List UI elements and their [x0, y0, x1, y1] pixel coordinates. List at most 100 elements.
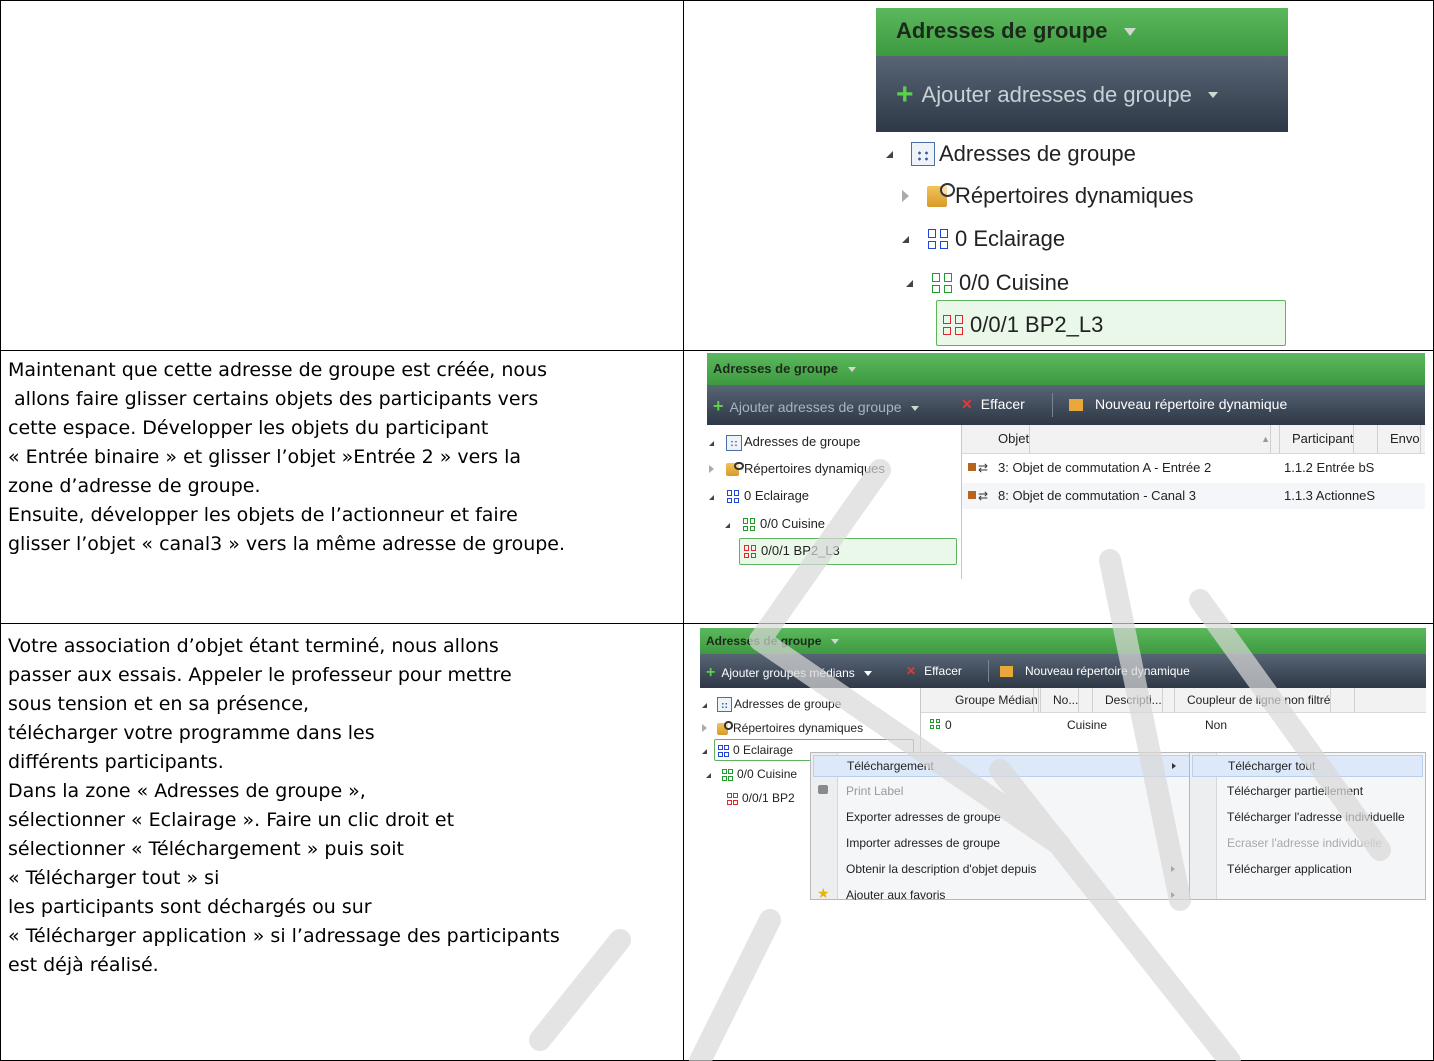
lock-icon: [818, 785, 828, 794]
screenshot-2: Adresses de groupe + Ajouter adresses de …: [707, 353, 1425, 579]
plus-icon: +: [706, 664, 716, 681]
column-header-objet[interactable]: Objet ▲: [962, 425, 1280, 453]
add-group-address-button[interactable]: + Ajouter adresses de groupe: [713, 396, 920, 417]
add-middle-groups-button[interactable]: + Ajouter groupes médians: [706, 664, 873, 682]
tree-item-dynamic-folders[interactable]: Répertoires dynamiques: [709, 458, 885, 480]
collapsed-arrow-icon[interactable]: [702, 724, 707, 732]
menu-item-import[interactable]: Importer adresses de groupe: [811, 831, 1193, 855]
chevron-down-icon[interactable]: [864, 671, 873, 677]
expanded-arrow-icon[interactable]: [902, 235, 909, 243]
plus-icon: +: [713, 396, 724, 416]
menu-item-export[interactable]: Exporter adresses de groupe: [811, 805, 1193, 829]
plus-icon: +: [896, 78, 914, 111]
paragraph-line: est déjà réalisé.: [8, 954, 159, 976]
expanded-arrow-icon[interactable]: [709, 495, 714, 500]
delete-button[interactable]: ✕ Effacer: [961, 396, 1025, 413]
new-dynamic-folder-button[interactable]: Nouveau répertoire dynamique: [1069, 396, 1287, 412]
collapsed-arrow-icon[interactable]: [902, 190, 909, 203]
expanded-arrow-icon[interactable]: [725, 523, 730, 528]
row1-left-cell: [0, 0, 684, 351]
submenu-item-download-application[interactable]: Télécharger application: [1190, 857, 1425, 881]
expanded-arrow-icon[interactable]: [709, 441, 714, 446]
paragraph-line: télécharger votre programme dans les: [8, 722, 375, 744]
submenu-arrow-icon: [1171, 866, 1175, 872]
column-header-participant[interactable]: Participant: [1280, 425, 1378, 453]
tree-pane: Adresses de groupe Répertoires dynamique…: [707, 425, 962, 579]
object-comm-icon: [968, 463, 976, 471]
new-dynamic-folder-button[interactable]: Nouveau répertoire dynamique: [1000, 664, 1190, 678]
panel-title: Adresses de groupe: [713, 361, 838, 376]
tree-item-dynamic-folders[interactable]: Répertoires dynamiques: [902, 174, 1193, 216]
comm-arrows-icon: ⇄: [978, 461, 989, 475]
group-addresses-icon: [717, 697, 732, 713]
submenu-item-download-individual-address[interactable]: Télécharger l'adresse individuelle: [1190, 805, 1425, 829]
menu-item-favorites[interactable]: ★ Ajouter aux favoris: [811, 883, 1193, 900]
toolbar-separator: [988, 660, 989, 682]
toolbar-separator: [1052, 393, 1053, 417]
column-header-coupleur[interactable]: Coupleur de ligne non filtré: [1175, 688, 1355, 712]
paragraph-line: « Télécharger tout » si: [8, 867, 220, 889]
tree-item-eclairage[interactable]: 0 Eclairage: [902, 216, 1065, 260]
paragraph-line: sélectionner « Eclairage ». Faire un cli…: [8, 809, 455, 831]
menu-item-obtain-description[interactable]: Obtenir la description d'objet depuis: [811, 857, 1193, 881]
column-header-envo[interactable]: Envo: [1378, 425, 1425, 453]
new-folder-icon: [1069, 399, 1083, 412]
screenshot-1: Adresses de groupe + Ajouter adresses de …: [876, 8, 1288, 348]
paragraph-line: différents participants.: [8, 751, 224, 773]
paragraph-line: passer aux essais. Appeler le professeur…: [8, 664, 512, 686]
tree-item-cuisine[interactable]: 0/0 Cuisine: [702, 764, 797, 784]
tree-item-root[interactable]: Adresses de groupe: [702, 694, 841, 714]
tree-item-eclairage[interactable]: 0 Eclairage: [709, 485, 809, 507]
paragraph-line: Maintenant que cette adresse de groupe e…: [8, 359, 547, 381]
delete-icon: ✕: [961, 396, 973, 412]
dropdown-icon[interactable]: [830, 639, 839, 645]
expanded-arrow-icon[interactable]: [906, 279, 913, 287]
tree-item-dynamic-folders[interactable]: Répertoires dynamiques: [702, 718, 863, 738]
comm-arrows-icon: ⇄: [978, 489, 989, 503]
delete-button[interactable]: ✕ Effacer: [906, 664, 962, 678]
column-header-description[interactable]: Descripti...: [1093, 688, 1175, 712]
panel-title: Adresses de groupe: [896, 18, 1108, 43]
menu-item-print-label[interactable]: Print Label: [811, 779, 1193, 803]
tree-item-eclairage[interactable]: 0 Eclairage: [702, 740, 793, 760]
tree-item-bp2-l3[interactable]: 0/0/1 BP2_L3: [743, 540, 840, 562]
collapsed-arrow-icon[interactable]: [709, 465, 714, 473]
chevron-down-icon[interactable]: [1207, 92, 1218, 98]
add-group-address-button[interactable]: + Ajouter adresses de groupe: [896, 78, 1218, 112]
submenu-item-download-partial[interactable]: Télécharger partiellement: [1190, 779, 1425, 803]
middle-group-icon: [929, 718, 941, 730]
expanded-arrow-icon[interactable]: [706, 773, 711, 778]
sort-arrow-icon: ▲: [1019, 688, 1034, 712]
table-row[interactable]: ⇄ 8: Objet de commutation - Canal 3 1.1.…: [962, 483, 1425, 509]
download-submenu: Télécharger tout Télécharger partielleme…: [1189, 752, 1426, 900]
paragraph-line: sélectionner « Téléchargement » puis soi…: [8, 838, 405, 860]
menu-item-telechargement[interactable]: Téléchargement: [813, 755, 1191, 777]
expanded-arrow-icon[interactable]: [702, 703, 707, 708]
group-address-icon: [942, 314, 964, 336]
tree-item-cuisine[interactable]: 0/0 Cuisine: [906, 260, 1069, 304]
toolbar: + Ajouter adresses de groupe ✕ Effacer Nou…: [707, 385, 1425, 425]
paragraph-line: cette espace. Développer les objets du p…: [8, 417, 489, 439]
table-row[interactable]: ⇄ 3: Objet de commutation A - Entrée 2 1…: [962, 455, 1425, 481]
sort-arrow-icon: ▲: [1255, 425, 1271, 453]
table-row[interactable]: 0 Cuisine Non: [921, 714, 1426, 736]
delete-icon: ✕: [906, 664, 917, 678]
dynamic-folder-icon: [927, 183, 955, 209]
dropdown-icon[interactable]: [847, 367, 856, 373]
column-header-no[interactable]: No...: [1041, 688, 1093, 712]
column-header-groupe-median[interactable]: Groupe Médian ▲: [921, 688, 1041, 712]
tree-item-bp2-l3[interactable]: 0/0/1 BP2_L3: [942, 302, 1103, 346]
middle-group-icon: [931, 272, 953, 294]
dropdown-icon[interactable]: [1123, 28, 1136, 37]
tree-item-cuisine[interactable]: 0/0 Cuisine: [709, 513, 825, 535]
group-address-icon: [743, 545, 757, 559]
expanded-arrow-icon[interactable]: [886, 150, 893, 158]
tree-item-root[interactable]: Adresses de groupe: [886, 132, 1136, 174]
chevron-down-icon[interactable]: [911, 405, 920, 411]
submenu-item-download-all[interactable]: Télécharger tout: [1192, 755, 1423, 777]
tree-item-root[interactable]: Adresses de groupe: [709, 431, 860, 453]
tree-item-bp2[interactable]: 0/0/1 BP2: [726, 788, 795, 808]
expanded-arrow-icon[interactable]: [702, 749, 707, 754]
submenu-item-overwrite-individual-address[interactable]: Ecraser l'adresse individuelle: [1190, 831, 1425, 855]
paragraph-line: « Télécharger application » si l’adressa…: [8, 925, 560, 947]
